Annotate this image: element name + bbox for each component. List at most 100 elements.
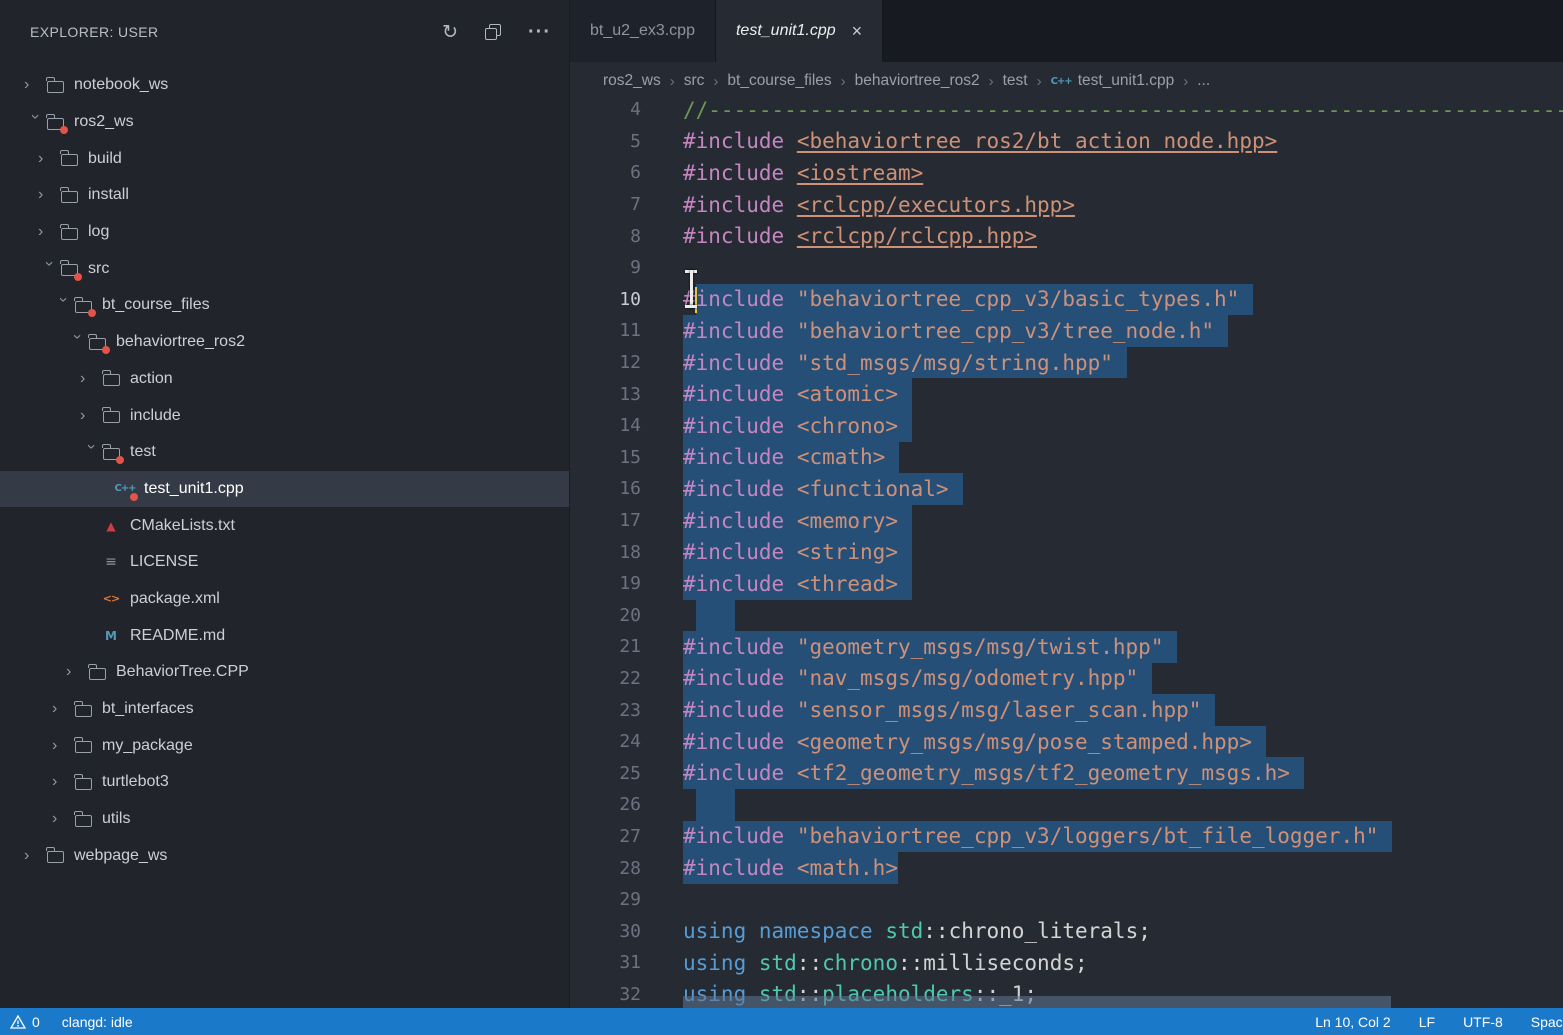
line-number[interactable]: 23: [570, 700, 641, 721]
tree-item-webpage-ws[interactable]: ›webpage_ws: [0, 837, 569, 874]
code-line-10[interactable]: 10#include "behaviortree_cpp_v3/basic_ty…: [570, 284, 1563, 316]
tree-item-behaviortree-cpp[interactable]: ›BehaviorTree.CPP: [0, 654, 569, 691]
line-number[interactable]: 30: [570, 921, 641, 942]
line-number[interactable]: 15: [570, 447, 641, 468]
code-line-8[interactable]: 8#include <rclcpp/rclcpp.hpp>: [570, 220, 1563, 252]
tree-item-ros2-ws[interactable]: ›ros2_ws: [0, 104, 569, 141]
line-number[interactable]: 16: [570, 478, 641, 499]
breadcrumb-item-ros2-ws[interactable]: ros2_ws: [603, 72, 661, 90]
breadcrumb-item-test[interactable]: test: [1003, 72, 1028, 90]
tree-item-log[interactable]: ›log: [0, 214, 569, 251]
code-line-23[interactable]: 23#include "sensor_msgs/msg/laser_scan.h…: [570, 694, 1563, 726]
line-number[interactable]: 31: [570, 952, 641, 973]
code-line-6[interactable]: 6#include <iostream>: [570, 157, 1563, 189]
code-line-17[interactable]: 17#include <memory>: [570, 505, 1563, 537]
line-number[interactable]: 13: [570, 384, 641, 405]
code-line-20[interactable]: 20: [570, 600, 1563, 632]
tree-item-test-unit1-cpp[interactable]: ›C++test_unit1.cpp: [0, 471, 569, 508]
code-line-24[interactable]: 24#include <geometry_msgs/msg/pose_stamp…: [570, 726, 1563, 758]
tab-bt_u2_ex3-cpp[interactable]: bt_u2_ex3.cpp: [570, 0, 716, 62]
code-editor[interactable]: 4//-------------------------------------…: [570, 94, 1563, 1008]
line-number[interactable]: 18: [570, 542, 641, 563]
line-number[interactable]: 27: [570, 826, 641, 847]
line-number[interactable]: 19: [570, 573, 641, 594]
breadcrumb-item-bt-course-files[interactable]: bt_course_files: [727, 72, 831, 90]
copy-icon[interactable]: [485, 24, 501, 40]
breadcrumb-item--[interactable]: ...: [1197, 72, 1210, 90]
tree-item-action[interactable]: ›action: [0, 361, 569, 398]
line-number[interactable]: 12: [570, 352, 641, 373]
eol-indicator[interactable]: LF: [1419, 1014, 1435, 1030]
line-number[interactable]: 10: [570, 289, 641, 310]
line-number[interactable]: 6: [570, 162, 641, 183]
tree-item-install[interactable]: ›install: [0, 177, 569, 214]
line-number[interactable]: 29: [570, 889, 641, 910]
line-number[interactable]: 9: [570, 257, 641, 278]
code-line-19[interactable]: 19#include <thread>: [570, 568, 1563, 600]
cpp-file-icon: C++: [116, 480, 134, 498]
tree-item-cmakelists-txt[interactable]: ›▲CMakeLists.txt: [0, 507, 569, 544]
tree-item-bt-course-files[interactable]: ›bt_course_files: [0, 287, 569, 324]
tab-test_unit1-cpp[interactable]: test_unit1.cpp ×: [716, 0, 883, 62]
indent-indicator[interactable]: Spaces: 2: [1531, 1014, 1563, 1030]
code-line-31[interactable]: 31using std::chrono::milliseconds;: [570, 947, 1563, 979]
line-number[interactable]: 11: [570, 320, 641, 341]
tree-item-test[interactable]: ›test: [0, 434, 569, 471]
code-line-16[interactable]: 16#include <functional>: [570, 473, 1563, 505]
code-line-11[interactable]: 11#include "behaviortree_cpp_v3/tree_nod…: [570, 315, 1563, 347]
tree-item-license[interactable]: ›≡LICENSE: [0, 544, 569, 581]
code-line-27[interactable]: 27#include "behaviortree_cpp_v3/loggers/…: [570, 821, 1563, 853]
tree-item-utils[interactable]: ›utils: [0, 801, 569, 838]
tree-item-package-xml[interactable]: ›<>package.xml: [0, 581, 569, 618]
refresh-icon[interactable]: ↻: [442, 21, 458, 43]
close-tab-icon[interactable]: ×: [852, 21, 863, 42]
tree-item-turtlebot3[interactable]: ›turtlebot3: [0, 764, 569, 801]
breadcrumb-item-behaviortree-ros2[interactable]: behaviortree_ros2: [855, 72, 980, 90]
code-line-12[interactable]: 12#include "std_msgs/msg/string.hpp": [570, 347, 1563, 379]
problems-indicator[interactable]: 0: [10, 1014, 40, 1030]
line-number[interactable]: 7: [570, 194, 641, 215]
tree-item-include[interactable]: ›include: [0, 397, 569, 434]
breadcrumb-item-test-unit1-cpp[interactable]: C++test_unit1.cpp: [1051, 72, 1175, 90]
code-line-25[interactable]: 25#include <tf2_geometry_msgs/tf2_geomet…: [570, 757, 1563, 789]
code-line-14[interactable]: 14#include <chrono>: [570, 410, 1563, 442]
code-line-30[interactable]: 30using namespace std::chrono_literals;: [570, 915, 1563, 947]
code-line-18[interactable]: 18#include <string>: [570, 536, 1563, 568]
more-actions-icon[interactable]: ···: [528, 21, 551, 44]
code-line-5[interactable]: 5#include <behaviortree_ros2/bt_action_n…: [570, 126, 1563, 158]
tree-item-src[interactable]: ›src: [0, 250, 569, 287]
breadcrumb-item-src[interactable]: src: [684, 72, 705, 90]
line-number[interactable]: 24: [570, 731, 641, 752]
code-line-9[interactable]: 9: [570, 252, 1563, 284]
line-number[interactable]: 17: [570, 510, 641, 531]
code-line-26[interactable]: 26: [570, 789, 1563, 821]
code-line-22[interactable]: 22#include "nav_msgs/msg/odometry.hpp": [570, 663, 1563, 695]
line-number[interactable]: 21: [570, 636, 641, 657]
code-line-28[interactable]: 28#include <math.h>: [570, 852, 1563, 884]
tree-item-build[interactable]: ›build: [0, 140, 569, 177]
tree-item-my-package[interactable]: ›my_package: [0, 727, 569, 764]
tree-item-bt-interfaces[interactable]: ›bt_interfaces: [0, 691, 569, 728]
line-number[interactable]: 22: [570, 668, 641, 689]
code-line-7[interactable]: 7#include <rclcpp/executors.hpp>: [570, 189, 1563, 221]
code-line-15[interactable]: 15#include <cmath>: [570, 442, 1563, 474]
line-number[interactable]: 28: [570, 858, 641, 879]
encoding-indicator[interactable]: UTF-8: [1463, 1014, 1503, 1030]
line-number[interactable]: 32: [570, 984, 641, 1005]
code-line-21[interactable]: 21#include "geometry_msgs/msg/twist.hpp": [570, 631, 1563, 663]
tree-item-readme-md[interactable]: ›MREADME.md: [0, 617, 569, 654]
line-number[interactable]: 20: [570, 605, 641, 626]
line-number[interactable]: 5: [570, 131, 641, 152]
clangd-status[interactable]: clangd: idle: [62, 1014, 133, 1030]
code-line-29[interactable]: 29: [570, 884, 1563, 916]
line-number[interactable]: 4: [570, 99, 641, 120]
line-number[interactable]: 26: [570, 794, 641, 815]
horizontal-scrollbar[interactable]: [683, 996, 1391, 1008]
code-line-13[interactable]: 13#include <atomic>: [570, 378, 1563, 410]
tree-item-notebook-ws[interactable]: ›notebook_ws: [0, 67, 569, 104]
line-number[interactable]: 14: [570, 415, 641, 436]
line-number[interactable]: 25: [570, 763, 641, 784]
line-number[interactable]: 8: [570, 226, 641, 247]
cursor-position[interactable]: Ln 10, Col 2: [1315, 1014, 1391, 1030]
tree-item-behaviortree-ros2[interactable]: ›behaviortree_ros2: [0, 324, 569, 361]
